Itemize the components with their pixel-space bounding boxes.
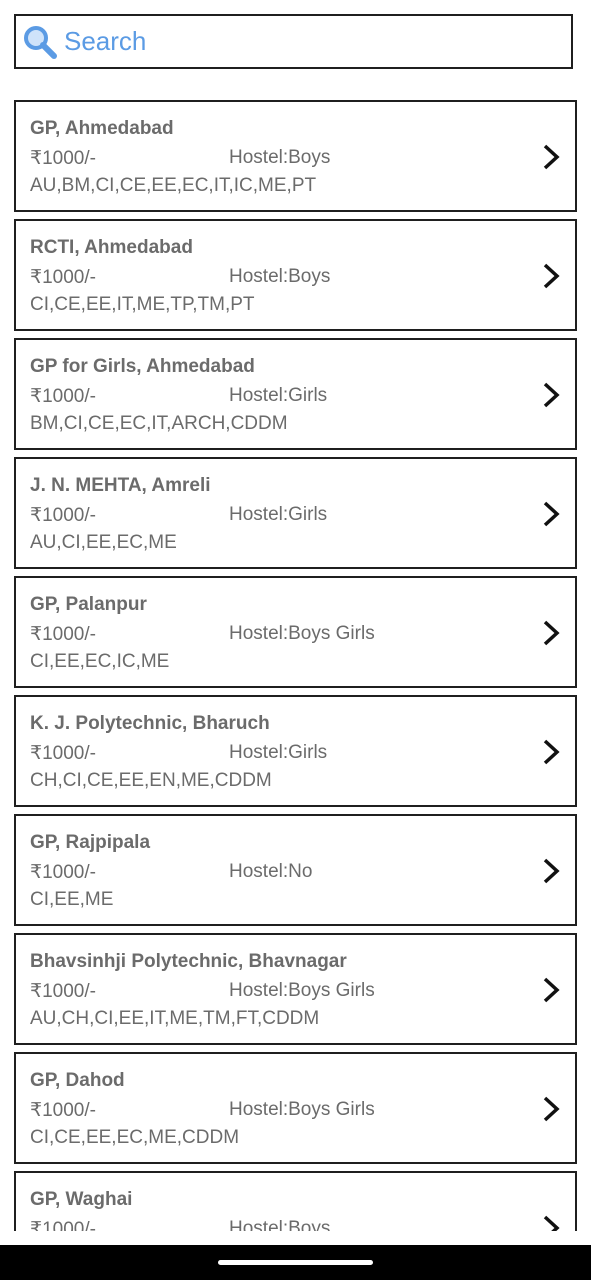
- college-branches: CI,CE,EE,IT,ME,TP,TM,PT: [30, 294, 255, 315]
- college-branches: CI,EE,EC,IC,ME: [30, 651, 170, 672]
- college-fee: ₹1000/-: [30, 624, 96, 645]
- home-gesture-handle[interactable]: [218, 1260, 373, 1265]
- college-hostel: Hostel:Boys: [229, 1218, 331, 1231]
- college-fee: ₹1000/-: [30, 386, 96, 407]
- college-card[interactable]: GP, Waghai ₹1000/- Hostel:Boys: [14, 1171, 577, 1231]
- chevron-right-icon[interactable]: [541, 261, 561, 291]
- college-branches: BM,CI,CE,EC,IT,ARCH,CDDM: [30, 413, 288, 434]
- college-hostel: Hostel:Boys Girls: [229, 623, 375, 644]
- chevron-right-icon[interactable]: [541, 737, 561, 767]
- college-hostel: Hostel:Boys: [229, 266, 331, 287]
- college-branches: AU,BM,CI,CE,EE,EC,IT,IC,ME,PT: [30, 175, 317, 196]
- college-hostel: Hostel:Girls: [229, 385, 328, 406]
- search-icon: [24, 25, 57, 59]
- college-fee: ₹1000/-: [30, 743, 96, 764]
- college-fee: ₹1000/-: [30, 267, 96, 288]
- college-list-screen: GP, Ahmedabad ₹1000/- Hostel:Boys AU,BM,…: [0, 0, 591, 1280]
- college-branches: AU,CI,EE,EC,ME: [30, 532, 177, 553]
- college-card[interactable]: GP for Girls, Ahmedabad ₹1000/- Hostel:G…: [14, 338, 577, 450]
- college-name: K. J. Polytechnic, Bharuch: [30, 713, 270, 734]
- college-name: Bhavsinhji Polytechnic, Bhavnagar: [30, 951, 347, 972]
- college-branches: CH,CI,CE,EE,EN,ME,CDDM: [30, 770, 272, 791]
- college-name: RCTI, Ahmedabad: [30, 237, 193, 258]
- chevron-right-icon[interactable]: [541, 975, 561, 1005]
- college-branches: CI,CE,EE,EC,ME,CDDM: [30, 1127, 240, 1148]
- college-hostel: Hostel:Boys: [229, 147, 331, 168]
- search-input[interactable]: [64, 26, 524, 57]
- chevron-right-icon[interactable]: [541, 142, 561, 172]
- college-fee: ₹1000/-: [30, 862, 96, 883]
- college-hostel: Hostel:No: [229, 861, 313, 882]
- college-hostel: Hostel:Boys Girls: [229, 1099, 375, 1120]
- college-card[interactable]: K. J. Polytechnic, Bharuch ₹1000/- Hoste…: [14, 695, 577, 807]
- college-fee: ₹1000/-: [30, 1219, 96, 1231]
- college-card[interactable]: GP, Dahod ₹1000/- Hostel:Boys Girls CI,C…: [14, 1052, 577, 1164]
- chevron-right-icon[interactable]: [541, 856, 561, 886]
- chevron-right-icon[interactable]: [541, 618, 561, 648]
- search-bar[interactable]: [14, 14, 573, 69]
- college-name: GP, Waghai: [30, 1189, 133, 1210]
- chevron-right-icon[interactable]: [541, 1094, 561, 1124]
- college-card[interactable]: GP, Palanpur ₹1000/- Hostel:Boys Girls C…: [14, 576, 577, 688]
- college-name: GP, Rajpipala: [30, 832, 151, 853]
- college-card[interactable]: RCTI, Ahmedabad ₹1000/- Hostel:Boys CI,C…: [14, 219, 577, 331]
- college-card[interactable]: GP, Rajpipala ₹1000/- Hostel:No CI,EE,ME: [14, 814, 577, 926]
- college-fee: ₹1000/-: [30, 148, 96, 169]
- college-fee: ₹1000/-: [30, 1100, 96, 1121]
- college-fee: ₹1000/-: [30, 981, 96, 1002]
- college-name: GP for Girls, Ahmedabad: [30, 356, 255, 377]
- chevron-right-icon[interactable]: [541, 1213, 561, 1231]
- college-branches: CI,EE,ME: [30, 889, 114, 910]
- college-card[interactable]: GP, Ahmedabad ₹1000/- Hostel:Boys AU,BM,…: [14, 100, 577, 212]
- chevron-right-icon[interactable]: [541, 499, 561, 529]
- college-card[interactable]: J. N. MEHTA, Amreli ₹1000/- Hostel:Girls…: [14, 457, 577, 569]
- college-hostel: Hostel:Girls: [229, 504, 328, 525]
- college-fee: ₹1000/-: [30, 505, 96, 526]
- college-name: J. N. MEHTA, Amreli: [30, 475, 211, 496]
- college-branches: AU,CH,CI,EE,IT,ME,TM,FT,CDDM: [30, 1008, 320, 1029]
- college-name: GP, Ahmedabad: [30, 118, 174, 139]
- chevron-right-icon[interactable]: [541, 380, 561, 410]
- college-name: GP, Dahod: [30, 1070, 125, 1091]
- system-navigation-bar: [0, 1245, 591, 1280]
- college-hostel: Hostel:Girls: [229, 742, 328, 763]
- college-name: GP, Palanpur: [30, 594, 147, 615]
- college-card[interactable]: Bhavsinhji Polytechnic, Bhavnagar ₹1000/…: [14, 933, 577, 1045]
- college-list: GP, Ahmedabad ₹1000/- Hostel:Boys AU,BM,…: [14, 100, 577, 1231]
- college-hostel: Hostel:Boys Girls: [229, 980, 375, 1001]
